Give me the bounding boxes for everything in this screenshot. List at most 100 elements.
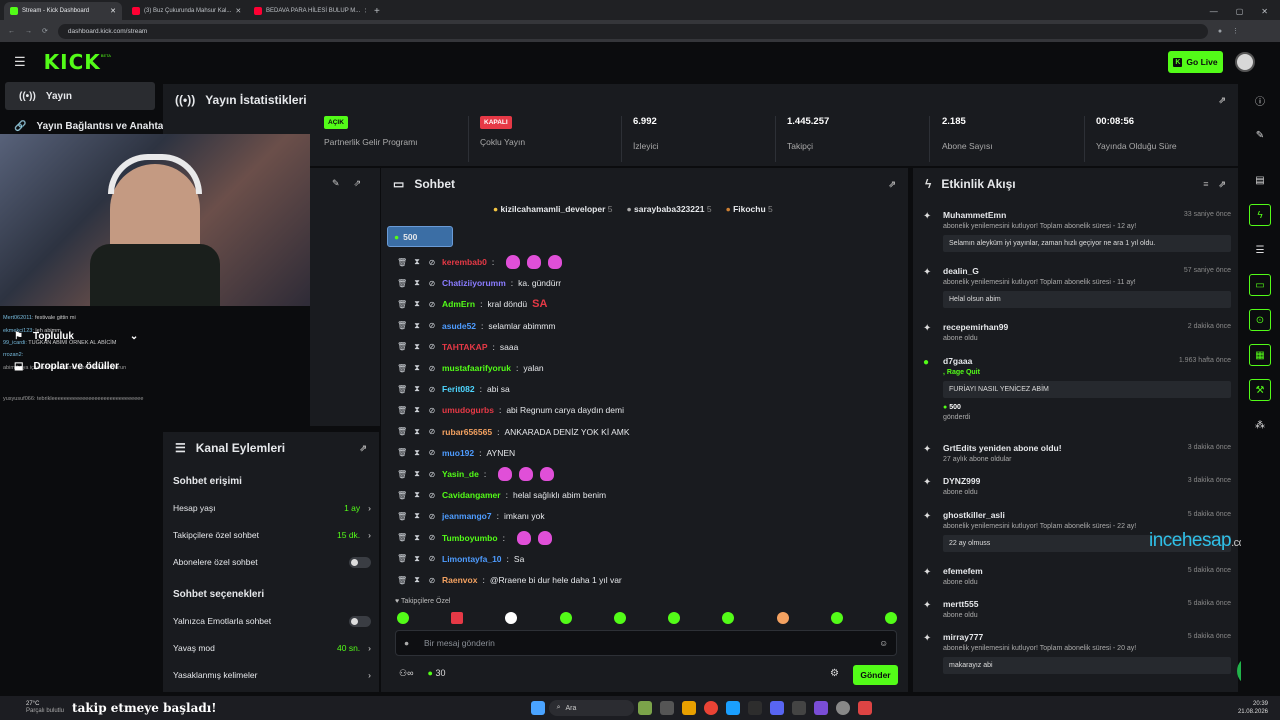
settings-icon[interactable]: ⚙: [830, 668, 839, 679]
chevron-down-icon[interactable]: ⌄: [130, 331, 138, 342]
ban-icon[interactable]: ⊘: [427, 300, 437, 309]
timeout-icon[interactable]: ⧗: [412, 299, 422, 309]
reload-icon[interactable]: ⟳: [42, 27, 48, 35]
chat-input[interactable]: ● Bir mesaj gönderin ☺: [395, 630, 897, 656]
delete-icon[interactable]: 🗑: [397, 279, 407, 288]
delete-icon[interactable]: 🗑: [397, 533, 407, 542]
minimize-icon[interactable]: —: [1210, 7, 1218, 16]
browser-tab-3[interactable]: BEDAVA PARA HİLESİ BULUP M...✕: [248, 2, 366, 20]
delete-icon[interactable]: 🗑: [397, 406, 407, 415]
timeout-icon[interactable]: ⧗: [412, 554, 422, 564]
chat-username[interactable]: Chatiziiyorumm: [442, 278, 506, 288]
timeout-icon[interactable]: ⧗: [412, 575, 422, 585]
obs-icon[interactable]: [791, 701, 806, 715]
close-icon[interactable]: ✕: [110, 7, 116, 15]
emote-icon[interactable]: [613, 612, 626, 624]
activity-item[interactable]: ✦ GrtEdits yeniden abone oldu! 3 dakika ön…: [921, 443, 1231, 463]
activity-item[interactable]: ● d7gaaa 1.963 hafta önce, Rage Quit FURİAY…: [921, 356, 1231, 421]
activity-item[interactable]: ✦ MuhammetEmn 33 saniye önce abonelik yenil…: [921, 210, 1231, 252]
setting-slow-mode[interactable]: Yavaş mod 40 sn. ›: [173, 637, 371, 659]
timeout-icon[interactable]: ⧗: [412, 257, 422, 267]
ban-icon[interactable]: ⊘: [427, 385, 437, 394]
broadcast-rail-icon[interactable]: ⊙: [1249, 309, 1271, 331]
chat-rail-icon[interactable]: ▭: [1249, 274, 1271, 296]
activity-item[interactable]: ✦ dealin_G 57 saniye önce abonelik yenileme…: [921, 266, 1231, 308]
close-icon[interactable]: ✕: [235, 7, 241, 15]
emote-only-toggle[interactable]: [349, 615, 371, 627]
edit-icon[interactable]: ✎: [332, 178, 340, 189]
popout-icon[interactable]: ⇗: [1218, 95, 1226, 106]
popout-icon[interactable]: ⇗: [354, 178, 362, 189]
filter-icon[interactable]: ≡: [1203, 179, 1208, 189]
ban-icon[interactable]: ⊘: [427, 342, 437, 351]
browser-tab-2[interactable]: (3) Buz Çukurunda Mahsur Kal... ✕: [126, 2, 244, 20]
timeout-icon[interactable]: ⧗: [412, 448, 422, 458]
app-icon[interactable]: [813, 701, 828, 715]
delete-icon[interactable]: 🗑: [397, 427, 407, 436]
nav-item-drops[interactable]: ⬓ Droplar ve ödüller: [0, 352, 119, 380]
setting-banned-words[interactable]: Yasaklanmış kelimeler ›: [173, 664, 371, 686]
tools-rail-icon[interactable]: ⚒: [1249, 379, 1271, 401]
go-live-button[interactable]: K Go Live: [1168, 51, 1223, 73]
browser-tab-1[interactable]: Stream - Kick Dashboard ✕: [4, 2, 122, 20]
delete-icon[interactable]: 🗑: [397, 576, 407, 585]
kicks-pinned-badge[interactable]: ● 500: [387, 226, 453, 247]
delete-icon[interactable]: 🗑: [397, 385, 407, 394]
delete-icon[interactable]: 🗑: [397, 300, 407, 309]
delete-icon[interactable]: 🗑: [397, 364, 407, 373]
delete-icon[interactable]: 🗑: [397, 258, 407, 267]
chat-username[interactable]: rubar656565: [442, 427, 492, 437]
chat-username[interactable]: muo192: [442, 448, 474, 458]
timeout-icon[interactable]: ⧗: [412, 342, 422, 352]
app-icon[interactable]: [857, 701, 872, 715]
chat-username[interactable]: Tumboyumbo: [442, 533, 498, 543]
mod-rail-icon[interactable]: ▦: [1249, 344, 1271, 366]
close-icon[interactable]: ✕: [364, 7, 366, 15]
clock[interactable]: 20:39 21.08.2026: [1238, 700, 1268, 716]
chat-username[interactable]: asude52: [442, 321, 476, 331]
hamburger-menu-icon[interactable]: ☰: [14, 54, 26, 70]
ban-icon[interactable]: ⊘: [427, 491, 437, 500]
discord-icon[interactable]: [769, 701, 784, 715]
app-icon[interactable]: [659, 701, 674, 715]
ban-icon[interactable]: ⊘: [427, 258, 437, 267]
maximize-icon[interactable]: ▢: [1236, 7, 1244, 16]
gifter[interactable]: ● kizilcahamamli_developer 5: [493, 204, 613, 214]
popout-icon[interactable]: ⇗: [1218, 179, 1226, 190]
timeout-icon[interactable]: ⧗: [412, 384, 422, 394]
emote-icon[interactable]: [668, 612, 681, 624]
app-icon[interactable]: [747, 701, 762, 715]
activity-item[interactable]: ✦ recepemirhan99 2 dakika önce abone oldu: [921, 322, 1231, 342]
timeout-icon[interactable]: ⧗: [412, 490, 422, 500]
chat-username[interactable]: umudogurbs: [442, 405, 494, 415]
emote-icon[interactable]: [559, 612, 572, 624]
chat-username[interactable]: Limontayfa_10: [442, 554, 502, 564]
ban-icon[interactable]: ⊘: [427, 279, 437, 288]
chat-username[interactable]: kerembab0: [442, 257, 487, 267]
activity-item[interactable]: ✦ efemefem 5 dakika önce abone oldu: [921, 566, 1231, 586]
video-icon[interactable]: ▤: [1249, 169, 1271, 191]
timeout-icon[interactable]: ⧗: [412, 533, 422, 543]
activity-item[interactable]: ✦ mertt555 5 dakika önce abone oldu: [921, 599, 1231, 619]
setting-followers-only[interactable]: Takipçilere özel sohbet 15 dk. ›: [173, 524, 371, 546]
back-icon[interactable]: ←: [8, 28, 15, 35]
timeout-icon[interactable]: ⧗: [412, 278, 422, 288]
delete-icon[interactable]: 🗑: [397, 512, 407, 521]
nav-item-stream[interactable]: ((•)) Yayın: [5, 82, 155, 110]
chat-username[interactable]: TAHTAKAP: [442, 342, 487, 352]
delete-icon[interactable]: 🗑: [397, 342, 407, 351]
emote-icon[interactable]: [884, 612, 897, 624]
subs-only-toggle[interactable]: [349, 556, 371, 568]
ban-icon[interactable]: ⊘: [427, 512, 437, 521]
chat-username[interactable]: AdmErn: [442, 299, 475, 309]
url-field[interactable]: dashboard.kick.com/stream: [57, 23, 1208, 39]
ban-icon[interactable]: ⊘: [427, 554, 437, 563]
delete-icon[interactable]: 🗑: [397, 470, 407, 479]
ban-icon[interactable]: ⊘: [427, 321, 437, 330]
info-icon[interactable]: ⓘ: [1249, 89, 1271, 111]
close-window-icon[interactable]: ✕: [1261, 7, 1268, 16]
user-avatar[interactable]: [1235, 52, 1255, 72]
windows-start-icon[interactable]: [530, 701, 545, 715]
ban-icon[interactable]: ⊘: [427, 533, 437, 542]
list-icon[interactable]: ☰: [1249, 239, 1271, 261]
